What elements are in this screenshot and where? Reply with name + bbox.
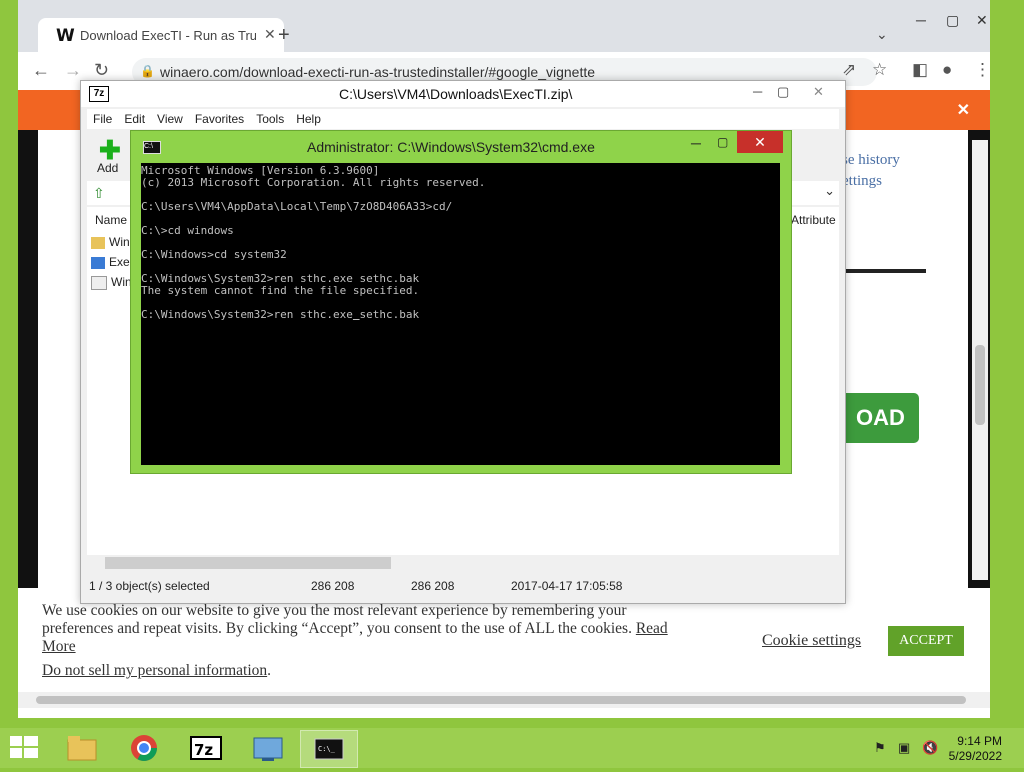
- page-horizontal-scrollbar[interactable]: [18, 692, 990, 708]
- browser-tab[interactable]: W Download ExecTI - Run as TrustedInstal…: [38, 18, 284, 52]
- page-vertical-scrollbar[interactable]: [972, 140, 988, 580]
- console-line: C:\Windows>cd system32: [141, 248, 287, 261]
- side-panel-icon[interactable]: ◧: [912, 60, 928, 80]
- console-line: C:\>cd windows: [141, 224, 234, 237]
- path-dropdown-chevron-icon[interactable]: ⌄: [824, 183, 835, 199]
- add-button-label[interactable]: Add: [97, 161, 118, 175]
- 7zip-maximize-icon[interactable]: ▢: [777, 84, 789, 100]
- clock[interactable]: 9:14 PM 5/29/2022: [949, 734, 1002, 764]
- bookmark-star-icon[interactable]: ☆: [872, 60, 887, 80]
- cmd-app-icon: C:\: [143, 141, 161, 154]
- 7zip-title: C:\Users\VM4\Downloads\ExecTI.zip\: [339, 86, 573, 102]
- sidebar-link-settings[interactable]: ettings: [842, 173, 882, 190]
- console-output[interactable]: Microsoft Windows [Version 6.3.9600] (c) …: [141, 163, 780, 465]
- reload-icon[interactable]: ↻: [94, 60, 109, 81]
- cmd-title: Administrator: C:\Windows\System32\cmd.e…: [307, 139, 595, 155]
- url-text: winaero.com/download-execti-run-as-trust…: [160, 64, 596, 80]
- promo-close-icon[interactable]: ✕: [957, 100, 970, 120]
- profile-icon[interactable]: ●: [942, 60, 952, 80]
- tab-strip: W Download ExecTI - Run as TrustedInstal…: [18, 0, 990, 52]
- winaero-favicon-icon: W: [56, 26, 75, 46]
- console-cursor: [353, 308, 360, 321]
- taskbar: 7z C:\_ ⚑ ▣ 🔇 9:14 PM 5/29/2022: [0, 728, 1024, 768]
- file-icon: [91, 275, 107, 290]
- 7zip-menubar: File Edit View Favorites Tools Help: [87, 109, 839, 129]
- tab-title: Download ExecTI - Run as TrustedInstalle…: [80, 28, 256, 43]
- clock-time: 9:14 PM: [957, 734, 1002, 748]
- menu-favorites[interactable]: Favorites: [195, 112, 244, 126]
- status-selected: 1 / 3 object(s) selected: [89, 579, 210, 593]
- folder-icon: [91, 236, 105, 249]
- console-line: ​: [141, 213, 780, 225]
- tab-search-chevron-icon[interactable]: ⌄: [876, 26, 888, 43]
- new-tab-icon[interactable]: +: [278, 24, 290, 47]
- status-size: 286 208: [311, 579, 355, 593]
- column-name[interactable]: Name: [95, 213, 127, 227]
- svg-text:C:\_: C:\_: [318, 745, 336, 753]
- clock-date: 5/29/2022: [948, 749, 1002, 763]
- console-line: C:\Windows\System32>ren sthc.exe sethc.b…: [141, 308, 420, 321]
- cmd-maximize-icon[interactable]: ▢: [717, 135, 728, 149]
- 7zip-close-icon[interactable]: ✕: [813, 84, 824, 100]
- console-line: (c) 2013 Microsoft Corporation. All righ…: [141, 176, 486, 189]
- sidebar-link-history[interactable]: se history: [842, 152, 900, 169]
- status-packed-size: 286 208: [411, 579, 455, 593]
- menu-help[interactable]: Help: [296, 112, 321, 126]
- download-button[interactable]: OAD: [846, 393, 919, 443]
- restore-icon[interactable]: ▢: [946, 12, 959, 29]
- cmd-minimize-icon[interactable]: ─: [691, 135, 701, 151]
- 7zip-titlebar: 7z C:\Users\VM4\Downloads\ExecTI.zip\ ─ …: [81, 81, 845, 107]
- windows-start-icon[interactable]: [10, 736, 38, 760]
- cookie-message: We use cookies on our website to give yo…: [42, 602, 668, 655]
- action-center-flag-icon[interactable]: ⚑: [874, 740, 886, 756]
- control-panel-icon[interactable]: [240, 730, 296, 766]
- tab-close-icon[interactable]: ✕: [264, 26, 276, 43]
- file-explorer-icon[interactable]: [54, 730, 110, 766]
- minimize-icon[interactable]: ─: [916, 12, 926, 28]
- back-icon[interactable]: ←: [32, 60, 50, 81]
- 7zip-app-icon: 7z: [89, 86, 109, 102]
- volume-muted-icon[interactable]: 🔇: [922, 740, 938, 756]
- 7zip-horizontal-scrollbar[interactable]: [87, 555, 839, 571]
- network-icon[interactable]: ▣: [898, 740, 910, 756]
- svg-text:7z: 7z: [194, 741, 213, 759]
- 7zip-taskbar-icon[interactable]: 7z: [178, 730, 234, 766]
- column-attributes[interactable]: Attribute: [791, 213, 836, 227]
- chrome-icon[interactable]: [116, 730, 172, 766]
- close-window-icon[interactable]: ✕: [976, 12, 988, 29]
- do-not-sell-link[interactable]: Do not sell my personal information.: [42, 662, 271, 680]
- 7zip-status-bar: 1 / 3 object(s) selected 286 208 286 208…: [87, 575, 839, 597]
- forward-icon[interactable]: →: [64, 60, 82, 81]
- share-icon[interactable]: ⇗: [842, 60, 856, 80]
- cookie-settings-link[interactable]: Cookie settings: [762, 632, 861, 650]
- menu-tools[interactable]: Tools: [256, 112, 284, 126]
- status-date: 2017-04-17 17:05:58: [511, 579, 623, 593]
- menu-view[interactable]: View: [157, 112, 183, 126]
- accept-button[interactable]: ACCEPT: [888, 626, 964, 656]
- list-item[interactable]: Exec: [91, 255, 136, 269]
- folder-up-icon[interactable]: ⇧: [93, 185, 105, 202]
- 7zip-minimize-icon[interactable]: ─: [753, 84, 762, 99]
- console-line: The system cannot find the file specifie…: [141, 284, 420, 297]
- cmd-close-icon[interactable]: ✕: [737, 131, 783, 153]
- menu-kebab-icon[interactable]: ⋮: [974, 60, 991, 80]
- list-item[interactable]: Win: [91, 235, 130, 249]
- cmd-taskbar-icon[interactable]: C:\_: [300, 730, 358, 768]
- lock-icon[interactable]: 🔒: [140, 64, 155, 78]
- divider: [846, 269, 926, 273]
- menu-edit[interactable]: Edit: [124, 112, 145, 126]
- menu-file[interactable]: File: [93, 112, 112, 126]
- console-line: C:\Users\VM4\AppData\Local\Temp\7zO8D406…: [141, 200, 453, 213]
- cmd-window: C:\ Administrator: C:\Windows\System32\c…: [130, 130, 792, 474]
- exe-file-icon: [91, 256, 105, 269]
- list-item[interactable]: Win: [91, 275, 132, 290]
